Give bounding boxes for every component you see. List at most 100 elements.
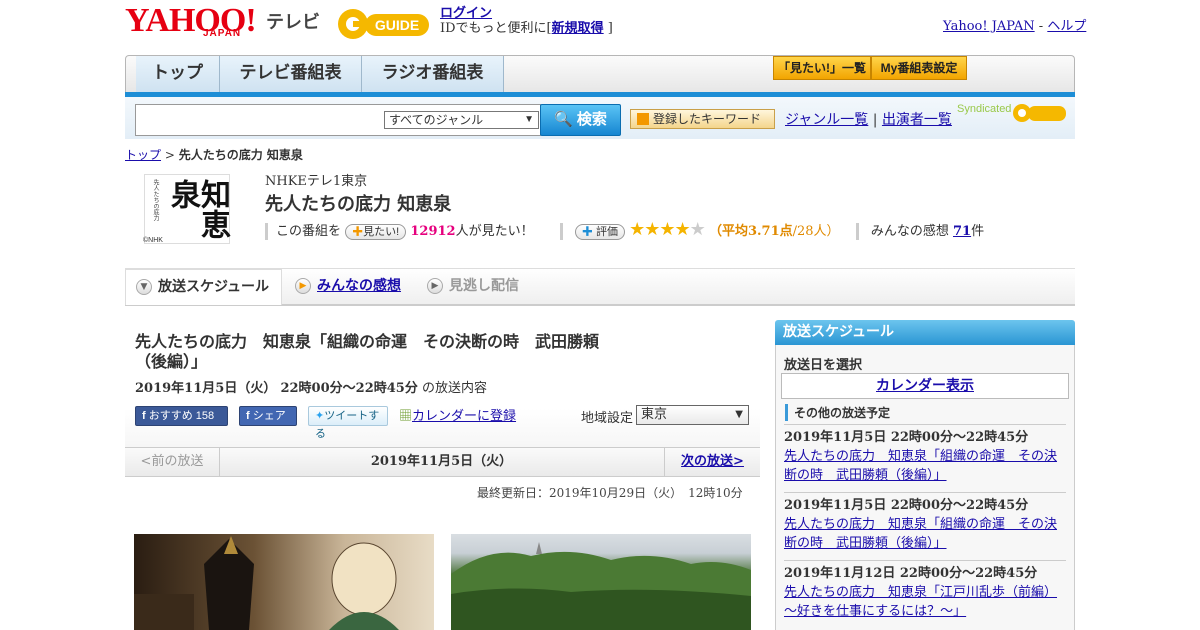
program-title: 先人たちの底力 知恵泉 — [265, 194, 452, 215]
mitai-suffix: 人が見たい！ — [455, 224, 534, 239]
login-box: ログイン IDでもっと便利に[新規取得 ] — [440, 6, 613, 36]
impressions-label: みんなの感想 — [870, 224, 949, 239]
region-select[interactable]: 東京 ▼ — [636, 405, 749, 425]
divider — [784, 424, 1066, 425]
schedule-item-link[interactable]: 先人たちの底力 知恵泉「組織の命運 その決断の時 武田勝頼（後編）」 — [784, 517, 1057, 551]
nav-tab-top[interactable]: トップ — [136, 56, 220, 92]
fb-recommend-button[interactable]: f おすすめ 158 — [135, 406, 228, 426]
rating-count: /28人） — [792, 224, 840, 239]
schedule-item-link[interactable]: 先人たちの底力 知恵泉「組織の命運 その決断の時 武田勝頼（後編）」 — [784, 449, 1057, 483]
top-right-links: Yahoo! JAPAN - ヘルプ — [943, 15, 1086, 34]
tv-label[interactable]: テレビ — [266, 8, 320, 34]
search-links: ジャンル一覧 | 出演者一覧 — [785, 109, 952, 129]
rating-average: （平均3.71点 — [708, 224, 793, 239]
tweet-button[interactable]: ✦ツイートする — [308, 406, 388, 440]
breadcrumb-current: 先人たちの底力 知恵泉 — [178, 148, 303, 162]
gguide-small-logo — [1013, 104, 1066, 122]
last-updated: 最終更新日：2019年10月29日（火） 12時10分 — [477, 486, 743, 500]
keyword-button[interactable]: 登録したキーワード — [630, 109, 775, 129]
other-broadcasts-label: その他の放送予定 — [785, 404, 890, 421]
tab-schedule[interactable]: ▼ 放送スケジュール — [125, 269, 282, 305]
genre-list-link[interactable]: ジャンル一覧 — [785, 112, 868, 128]
fb-share-button[interactable]: f シェア — [239, 406, 297, 426]
performer-list-link[interactable]: 出演者一覧 — [882, 112, 952, 128]
mitai-list-button[interactable]: 「見たい!」一覧 — [773, 56, 871, 80]
yahoo-logo-sub: JAPAN — [203, 28, 242, 39]
program-tabs: ▼ 放送スケジュール ▶ みんなの感想 ▶ 見逃し配信 — [125, 268, 1075, 306]
facebook-icon: f — [246, 410, 250, 422]
tab-impressions[interactable]: ▶ みんなの感想 — [295, 269, 401, 305]
calendar-button[interactable]: カレンダー表示 — [781, 373, 1069, 399]
star-icon: ★ — [689, 219, 706, 240]
twitter-bird-icon: ✦ — [315, 410, 325, 422]
mitai-button[interactable]: ✚見たい! — [345, 224, 407, 240]
mitai-count: 12912 — [410, 224, 456, 239]
search-button[interactable]: 🔍 検索 — [540, 104, 621, 136]
schedule-item: 2019年11月12日 22時00分～22時45分 先人たちの底力 知恵泉「江戸… — [784, 566, 1058, 619]
calendar-register[interactable]: ▦カレンダーに登録 — [399, 406, 539, 426]
rating-stars: ★★★★★ — [629, 221, 706, 239]
program-logo-small: 先人たちの底力 — [152, 179, 159, 221]
schedule-item-link[interactable]: 先人たちの底力 知恵泉「江戸川乱歩（前編）～好きを仕事にするには？～」 — [784, 585, 1057, 619]
current-broadcast-date: 2019年11月5日（火） — [370, 454, 513, 469]
play-icon: ▶ — [427, 278, 443, 294]
breadcrumb-top[interactable]: トップ — [125, 148, 161, 162]
facebook-icon: f — [142, 410, 146, 422]
rate-button[interactable]: ✚ 評価 — [574, 224, 625, 240]
impressions-count-link[interactable]: 71 — [953, 224, 971, 239]
nhk-mark: ©NHK — [143, 237, 163, 244]
gguide-logo: GUIDE — [338, 9, 429, 39]
login-link[interactable]: ログイン — [440, 6, 492, 21]
login-desc: IDでもっと便利に[ — [440, 21, 552, 36]
tab-impressions-label: みんなの感想 — [317, 278, 401, 294]
episode-date: 2019年11月5日（火） 22時00分～22時45分 の放送内容 — [135, 381, 487, 396]
breadcrumb-sep: > — [164, 148, 175, 162]
search-icon: 🔍 — [554, 111, 573, 128]
divider — [784, 492, 1066, 493]
keyword-button-label: 登録したキーワード — [653, 112, 762, 126]
yahoo-japan-link[interactable]: Yahoo! JAPAN — [943, 19, 1035, 34]
star-icon: ★ — [629, 219, 645, 240]
plus-icon: ✚ — [581, 226, 593, 238]
help-link[interactable]: ヘルプ — [1047, 19, 1086, 34]
genre-select[interactable]: すべてのジャンル ▼ — [384, 111, 539, 129]
schedule-item: 2019年11月5日 22時00分～22時45分 先人たちの底力 知恵泉「組織の… — [784, 498, 1058, 551]
star-icon: ★ — [644, 219, 660, 240]
arrow-icon — [637, 113, 649, 125]
my-schedule-button[interactable]: My番組表設定 — [871, 56, 967, 80]
signup-link[interactable]: 新規取得 — [552, 21, 604, 36]
region-label: 地域設定 — [581, 411, 634, 426]
mitai-button-label: 見たい! — [363, 226, 400, 238]
program-logo: 知恵泉 先人たちの底力 — [144, 174, 230, 244]
calendar-icon: ▦ — [399, 408, 413, 423]
episode-image-armor — [134, 534, 434, 630]
divider — [784, 560, 1066, 561]
dash: - — [1038, 19, 1044, 34]
star-icon: ★ — [659, 219, 675, 240]
program-logo-text: 知恵泉 — [165, 179, 230, 239]
genre-value: すべてのジャンル — [389, 113, 484, 127]
broadcast-pager: <前の放送 2019年11月5日（火） 次の放送> — [125, 447, 760, 477]
tab-missed-label: 見逃し配信 — [449, 278, 519, 294]
prev-broadcast: <前の放送 — [125, 448, 220, 476]
tab-schedule-label: 放送スケジュール — [158, 279, 270, 295]
star-icon: ★ — [674, 219, 691, 240]
syndicated-label: Syndicated — [957, 103, 1012, 115]
login-desc-end: ] — [607, 21, 613, 36]
dropdown-arrow-icon: ▼ — [735, 409, 743, 420]
this-program-label: この番組を — [276, 224, 342, 239]
nav-tab-tv[interactable]: テレビ番組表 — [220, 56, 362, 92]
nav-tab-radio[interactable]: ラジオ番組表 — [362, 56, 504, 92]
dropdown-arrow-icon: ▼ — [524, 114, 534, 125]
plus-icon: ✚ — [352, 226, 364, 238]
search-button-label: 検索 — [576, 111, 607, 128]
tab-missed: ▶ 見逃し配信 — [427, 269, 519, 305]
sidebar-header: 放送スケジュール — [775, 320, 1075, 345]
chevron-down-icon: ▼ — [136, 279, 152, 295]
episode-title: 先人たちの底力 知恵泉「組織の命運 その決断の時 武田勝頼（後編）」 — [135, 332, 600, 371]
breadcrumb: トップ > 先人たちの底力 知恵泉 — [125, 146, 303, 163]
select-date-label: 放送日を選択 — [784, 358, 863, 373]
next-broadcast[interactable]: 次の放送> — [664, 448, 760, 476]
channel-name: NHKEテレ1東京 — [265, 174, 368, 189]
play-icon: ▶ — [295, 278, 311, 294]
